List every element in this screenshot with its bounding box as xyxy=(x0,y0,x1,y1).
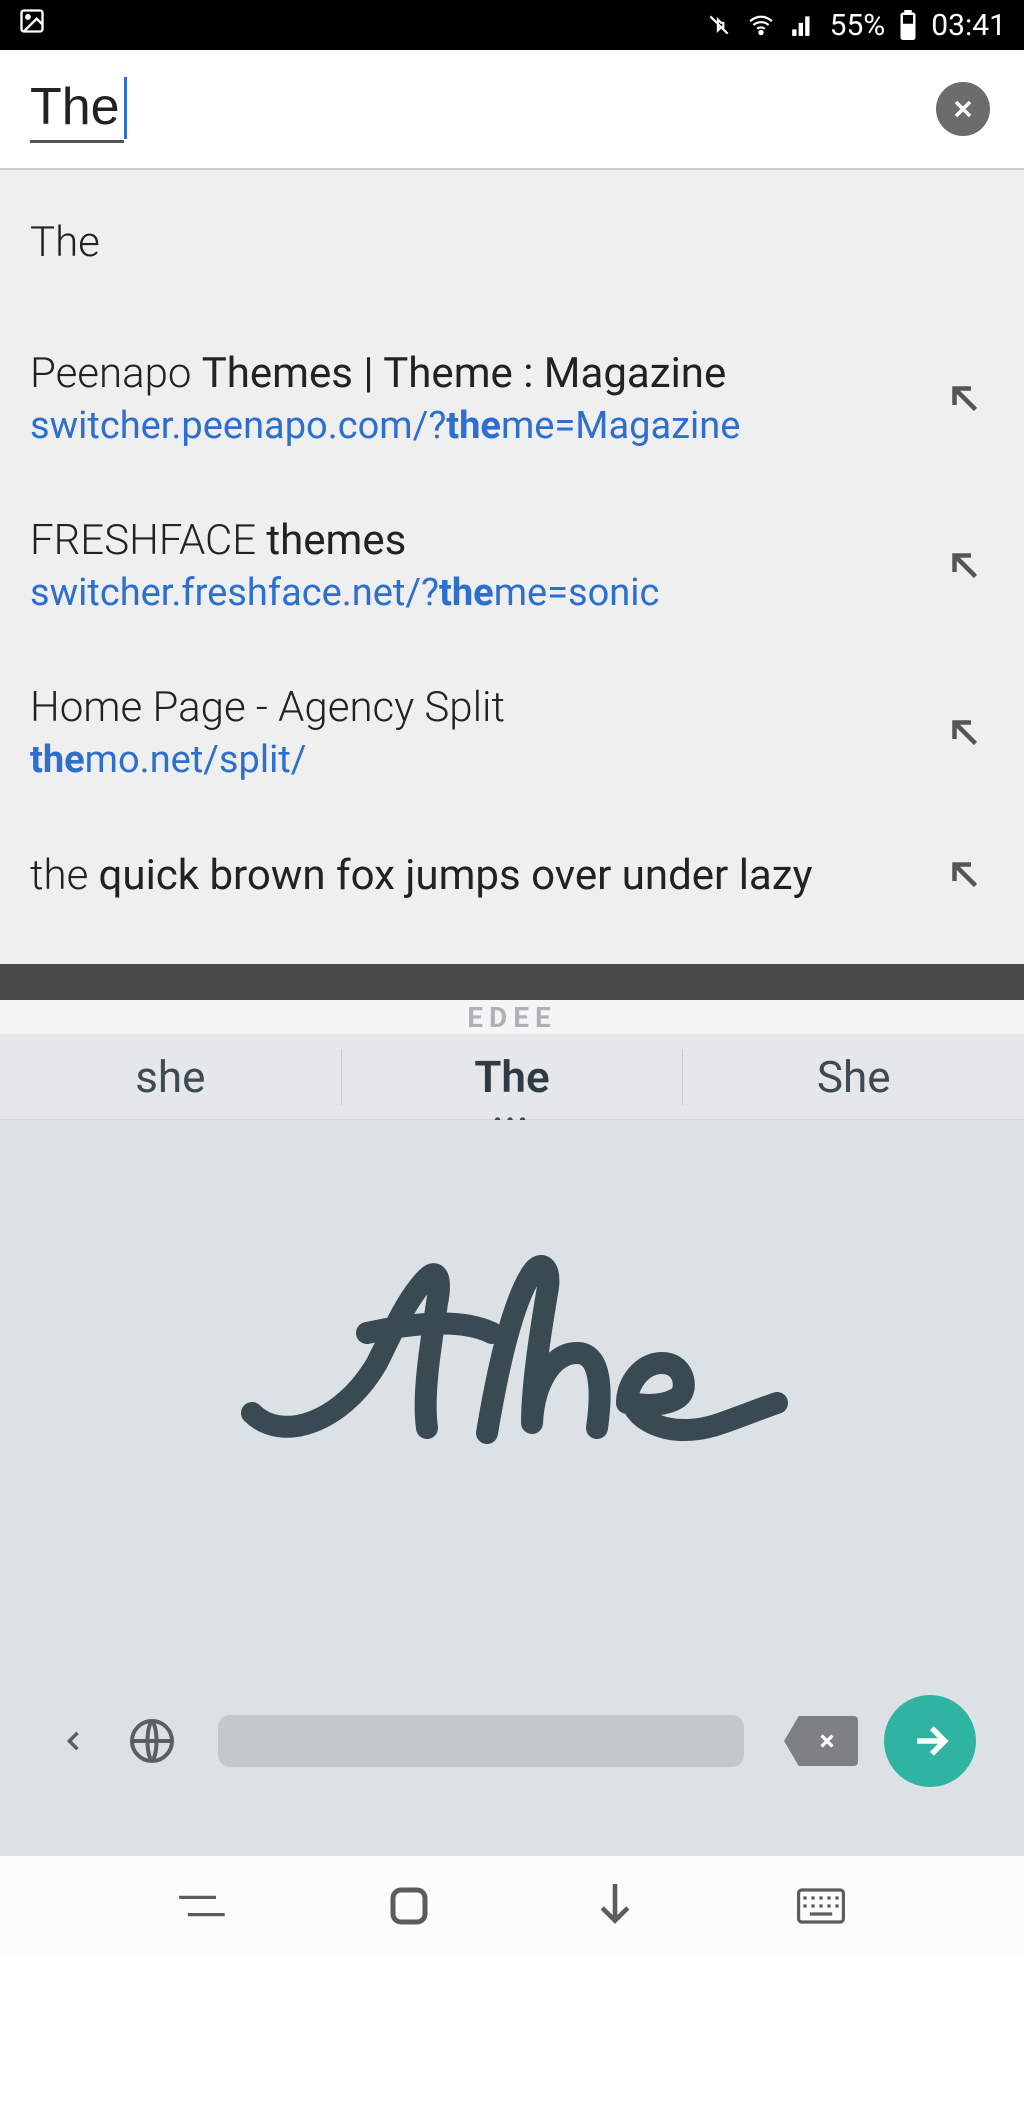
clear-button[interactable] xyxy=(936,82,990,136)
picture-icon xyxy=(18,7,46,43)
clock: 03:41 xyxy=(931,8,1006,43)
insert-arrow-icon[interactable] xyxy=(940,708,990,758)
handwriting-area[interactable] xyxy=(0,1120,1024,1586)
suggestion-item[interactable]: Peenapo Themes | Theme : Magazine switch… xyxy=(0,315,1024,482)
insert-arrow-icon[interactable] xyxy=(940,374,990,424)
insert-arrow-icon[interactable] xyxy=(940,850,990,900)
suggestion-item[interactable]: Home Page - Agency Split themo.net/split… xyxy=(0,649,1024,816)
page-bg-dark xyxy=(0,964,1024,1000)
battery-icon xyxy=(899,10,917,40)
page-peek: EDEE xyxy=(0,1000,1024,1034)
text-caret xyxy=(124,77,127,139)
candidate-word[interactable]: The ••• xyxy=(342,1037,683,1117)
status-bar: 55% 03:41 xyxy=(0,0,1024,50)
battery-percent: 55% xyxy=(830,8,886,43)
suggestion-item[interactable]: the quick brown fox jumps over under laz… xyxy=(0,816,1024,934)
back-button[interactable] xyxy=(585,1876,645,1936)
candidate-row: she The ••• She xyxy=(0,1034,1024,1120)
handwriting-stroke xyxy=(232,1243,792,1463)
candidate-word[interactable]: She xyxy=(683,1037,1024,1117)
chevron-left-icon[interactable] xyxy=(48,1715,100,1767)
signal-icon xyxy=(790,12,816,38)
suggestions-list: The Peenapo Themes | Theme : Magazine sw… xyxy=(0,170,1024,964)
input-underline xyxy=(30,140,124,143)
wifi-icon xyxy=(746,12,776,38)
globe-icon[interactable] xyxy=(126,1715,178,1767)
system-nav-bar xyxy=(0,1856,1024,1956)
enter-button[interactable] xyxy=(884,1695,976,1787)
suggestion-item[interactable]: The xyxy=(0,170,1024,315)
spacebar[interactable] xyxy=(218,1715,744,1767)
suggestion-item[interactable]: FRESHFACE themes switcher.freshface.net/… xyxy=(0,482,1024,649)
keyboard-spacer xyxy=(0,1586,1024,1686)
keyboard-toolbar xyxy=(0,1686,1024,1796)
keyboard-spacer-2 xyxy=(0,1796,1024,1856)
home-button[interactable] xyxy=(379,1876,439,1936)
candidate-word[interactable]: she xyxy=(0,1037,341,1117)
keyboard-switch-icon[interactable] xyxy=(791,1876,851,1936)
mute-icon xyxy=(706,12,732,38)
url-input[interactable] xyxy=(30,77,699,141)
address-bar xyxy=(0,50,1024,170)
backspace-key[interactable] xyxy=(784,1716,858,1766)
insert-arrow-icon[interactable] xyxy=(940,541,990,591)
recents-button[interactable] xyxy=(173,1876,233,1936)
